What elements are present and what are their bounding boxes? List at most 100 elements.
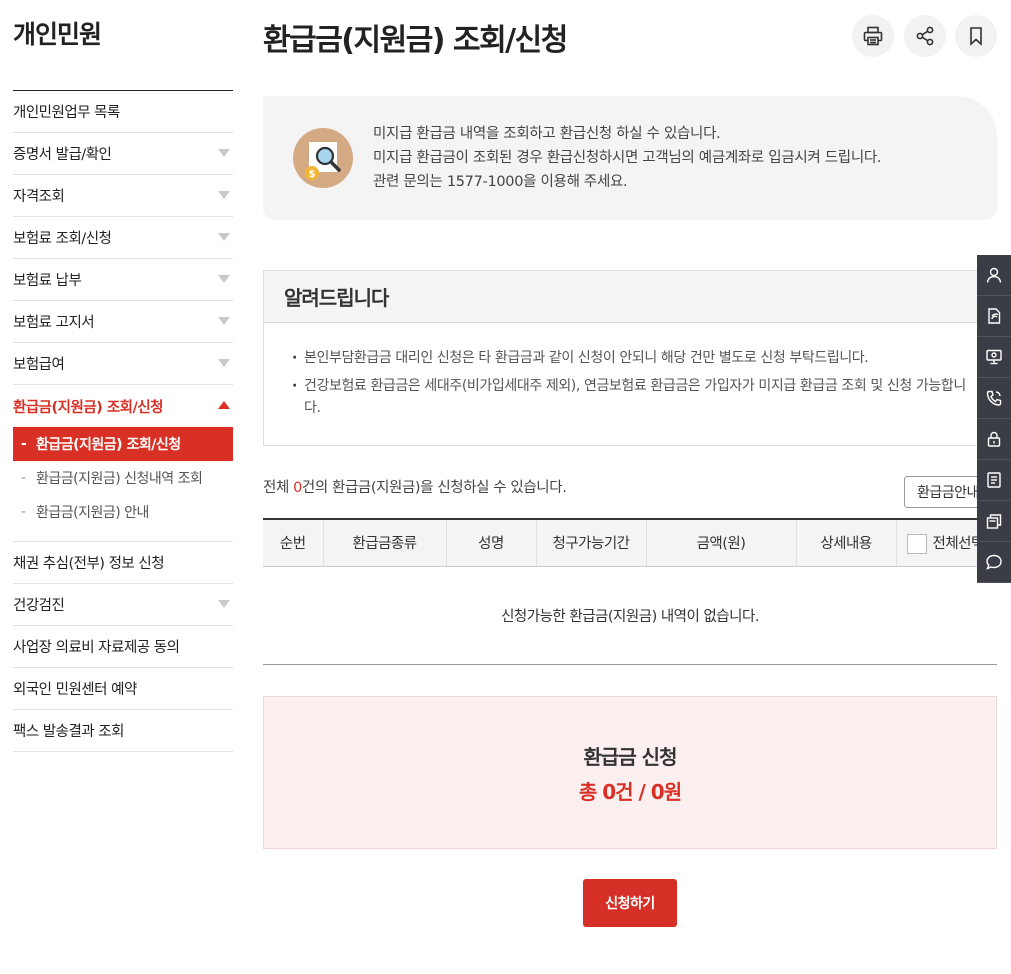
quick-lock-button[interactable] <box>977 419 1011 460</box>
col-header: 상세내용 <box>796 518 897 567</box>
sidebar-item-label: 개인민원업무 목록 <box>13 105 120 121</box>
sidebar-item-medical-consent[interactable]: 사업장 의료비 자료제공 동의 <box>13 626 233 668</box>
sidebar-item-label: 환급금(지원금) 조회/신청 <box>13 399 164 416</box>
result-count: 전체 0건의 환급금(지원금)을 신청하실 수 있습니다. <box>263 476 567 497</box>
intro-line: 미지급 환급금 내역을 조회하고 환급신청 하실 수 있습니다. <box>373 126 721 142</box>
sidebar-item-health-checkup[interactable]: 건강검진 <box>13 584 233 626</box>
chevron-down-icon <box>218 359 230 367</box>
col-header: 청구가능기간 <box>536 518 647 567</box>
quick-monitor-button[interactable] <box>977 337 1011 378</box>
sidebar-item-label: 보험료 고지서 <box>13 315 95 331</box>
intro-text: 미지급 환급금 내역을 조회하고 환급신청 하실 수 있습니다. 미지급 환급금… <box>373 122 882 194</box>
quick-list-button[interactable] <box>977 460 1011 501</box>
bookmark-icon <box>970 27 982 46</box>
col-header: 금액(원) <box>646 518 797 567</box>
notice-list: 본인부담환급금 대리인 신청은 타 환급금과 같이 신청이 안되니 해당 건만 … <box>264 323 996 419</box>
quick-document-button[interactable] <box>977 296 1011 337</box>
count-number: 0 <box>293 480 302 496</box>
sidebar-item-certificate[interactable]: 증명서 발급/확인 <box>13 133 233 175</box>
subnav-item-refund-apply[interactable]: - 환급금(지원금) 조회/신청 <box>13 427 233 461</box>
subnav-item-label: 환급금(지원금) 안내 <box>36 505 149 521</box>
notice-item: 건강보험료 환급금은 세대주(비가입세대주 제외), 연금보험료 환급금은 가입… <box>292 375 976 419</box>
table-header-row: 순번 환급금종류 성명 청구가능기간 금액(원) 상세내용 전체선택 <box>263 518 997 567</box>
sidebar-nav: 개인민원업무 목록 증명서 발급/확인 자격조회 보험료 조회/신청 보험료 납… <box>13 91 233 752</box>
count-suffix: 건의 환급금(지원금)을 신청하실 수 있습니다. <box>301 480 567 496</box>
lock-icon <box>987 431 1001 447</box>
apply-button[interactable]: 신청하기 <box>583 879 677 927</box>
intro-line: 관련 문의는 1577-1000을 이용해 주세요. <box>373 174 628 190</box>
table-row: 신청가능한 환급금(지원금) 내역이 없습니다. <box>263 566 997 665</box>
bookmark-button[interactable] <box>955 15 997 57</box>
sidebar-item-label: 건강검진 <box>13 598 65 614</box>
phone-icon <box>986 390 1002 406</box>
count-prefix: 전체 <box>263 480 294 496</box>
sidebar-item-civil-list[interactable]: 개인민원업무 목록 <box>13 91 233 133</box>
copy-icon <box>986 514 1002 529</box>
sidebar-item-label: 증명서 발급/확인 <box>13 147 112 163</box>
col-header: 환급금종류 <box>323 518 447 567</box>
sidebar-subnav: - 환급금(지원금) 조회/신청 - 환급금(지원금) 신청내역 조회 - 환급금(지… <box>13 427 233 542</box>
sidebar: 개인민원 개인민원업무 목록 증명서 발급/확인 자격조회 보험료 조회/신청 … <box>13 0 233 752</box>
chevron-down-icon <box>218 600 230 608</box>
notice-title: 알려드립니다 <box>264 271 996 323</box>
subnav-item-refund-guide[interactable]: - 환급금(지원금) 안내 <box>13 495 233 529</box>
list-icon <box>987 472 1001 488</box>
chevron-down-icon <box>218 317 230 325</box>
notice-item: 본인부담환급금 대리인 신청은 타 환급금과 같이 신청이 안되니 해당 건만 … <box>292 347 976 369</box>
subnav-item-label: 환급금(지원금) 조회/신청 <box>36 437 181 453</box>
quick-copy-button[interactable] <box>977 501 1011 542</box>
chevron-down-icon <box>218 191 230 199</box>
sidebar-item-label: 보험급여 <box>13 357 65 373</box>
chevron-down-icon <box>218 233 230 241</box>
notice-box: 알려드립니다 본인부담환급금 대리인 신청은 타 환급금과 같이 신청이 안되니… <box>263 270 997 446</box>
quick-phone-button[interactable] <box>977 378 1011 419</box>
sidebar-item-premium-inquiry[interactable]: 보험료 조회/신청 <box>13 217 233 259</box>
dash-marker: - <box>21 436 27 452</box>
sidebar-item-eligibility[interactable]: 자격조회 <box>13 175 233 217</box>
col-header: 순번 <box>263 518 324 567</box>
sidebar-item-foreigner-center[interactable]: 외국인 민원센터 예약 <box>13 668 233 710</box>
print-button[interactable] <box>852 15 894 57</box>
refund-table: 순번 환급금종류 성명 청구가능기간 금액(원) 상세내용 전체선택 신청가능한… <box>263 518 997 665</box>
intro-line: 미지급 환급금이 조회된 경우 환급신청하시면 고객님의 예금계좌로 입금시켜 … <box>373 150 882 166</box>
share-icon <box>916 26 934 46</box>
dash-marker: - <box>21 470 26 486</box>
chat-icon <box>986 554 1002 570</box>
empty-message: 신청가능한 환급금(지원금) 내역이 없습니다. <box>263 566 997 665</box>
summary-title: 환급금 신청 <box>583 745 678 769</box>
chevron-down-icon <box>218 149 230 157</box>
document-icon <box>988 308 1001 324</box>
subnav-item-label: 환급금(지원금) 신청내역 조회 <box>36 471 203 487</box>
sidebar-item-label: 자격조회 <box>13 189 65 205</box>
person-icon <box>986 267 1002 283</box>
quick-menu <box>977 255 1011 583</box>
sidebar-item-refund[interactable]: 환급금(지원금) 조회/신청 <box>13 385 233 427</box>
intro-box: $ 미지급 환급금 내역을 조회하고 환급신청 하실 수 있습니다. 미지급 환… <box>263 96 997 220</box>
quick-chat-button[interactable] <box>977 542 1011 583</box>
apply-summary: 환급금 신청 총 0건 / 0원 <box>263 696 997 849</box>
print-icon <box>863 26 883 46</box>
sidebar-item-premium-notice[interactable]: 보험료 고지서 <box>13 301 233 343</box>
sidebar-subnav-wrapper: - 환급금(지원금) 조회/신청 - 환급금(지원금) 신청내역 조회 - 환급금(지… <box>13 427 233 542</box>
sidebar-item-premium-payment[interactable]: 보험료 납부 <box>13 259 233 301</box>
subnav-item-refund-history[interactable]: - 환급금(지원금) 신청내역 조회 <box>13 461 233 495</box>
dash-marker: - <box>21 504 26 520</box>
sidebar-item-label: 채권 추심(전부) 정보 신청 <box>13 556 165 572</box>
share-button[interactable] <box>904 15 946 57</box>
chevron-down-icon <box>218 275 230 283</box>
sidebar-item-label: 보험료 조회/신청 <box>13 231 112 247</box>
sidebar-item-label: 팩스 발송결과 조회 <box>13 724 124 740</box>
monitor-icon <box>986 349 1002 365</box>
sidebar-title: 개인민원 <box>13 15 233 91</box>
chevron-up-icon <box>218 401 230 409</box>
sidebar-item-debt-collection[interactable]: 채권 추심(전부) 정보 신청 <box>13 542 233 584</box>
page-title: 환급금(지원금) 조회/신청 <box>263 23 568 58</box>
sidebar-item-fax-result[interactable]: 팩스 발송결과 조회 <box>13 710 233 752</box>
quick-person-button[interactable] <box>977 255 1011 296</box>
sidebar-item-label: 외국인 민원센터 예약 <box>13 682 137 698</box>
col-header: 성명 <box>446 518 537 567</box>
summary-total: 총 0건 / 0원 <box>578 780 682 804</box>
sidebar-item-label: 보험료 납부 <box>13 273 82 289</box>
sidebar-item-benefits[interactable]: 보험급여 <box>13 343 233 385</box>
select-all-checkbox[interactable] <box>906 533 927 554</box>
